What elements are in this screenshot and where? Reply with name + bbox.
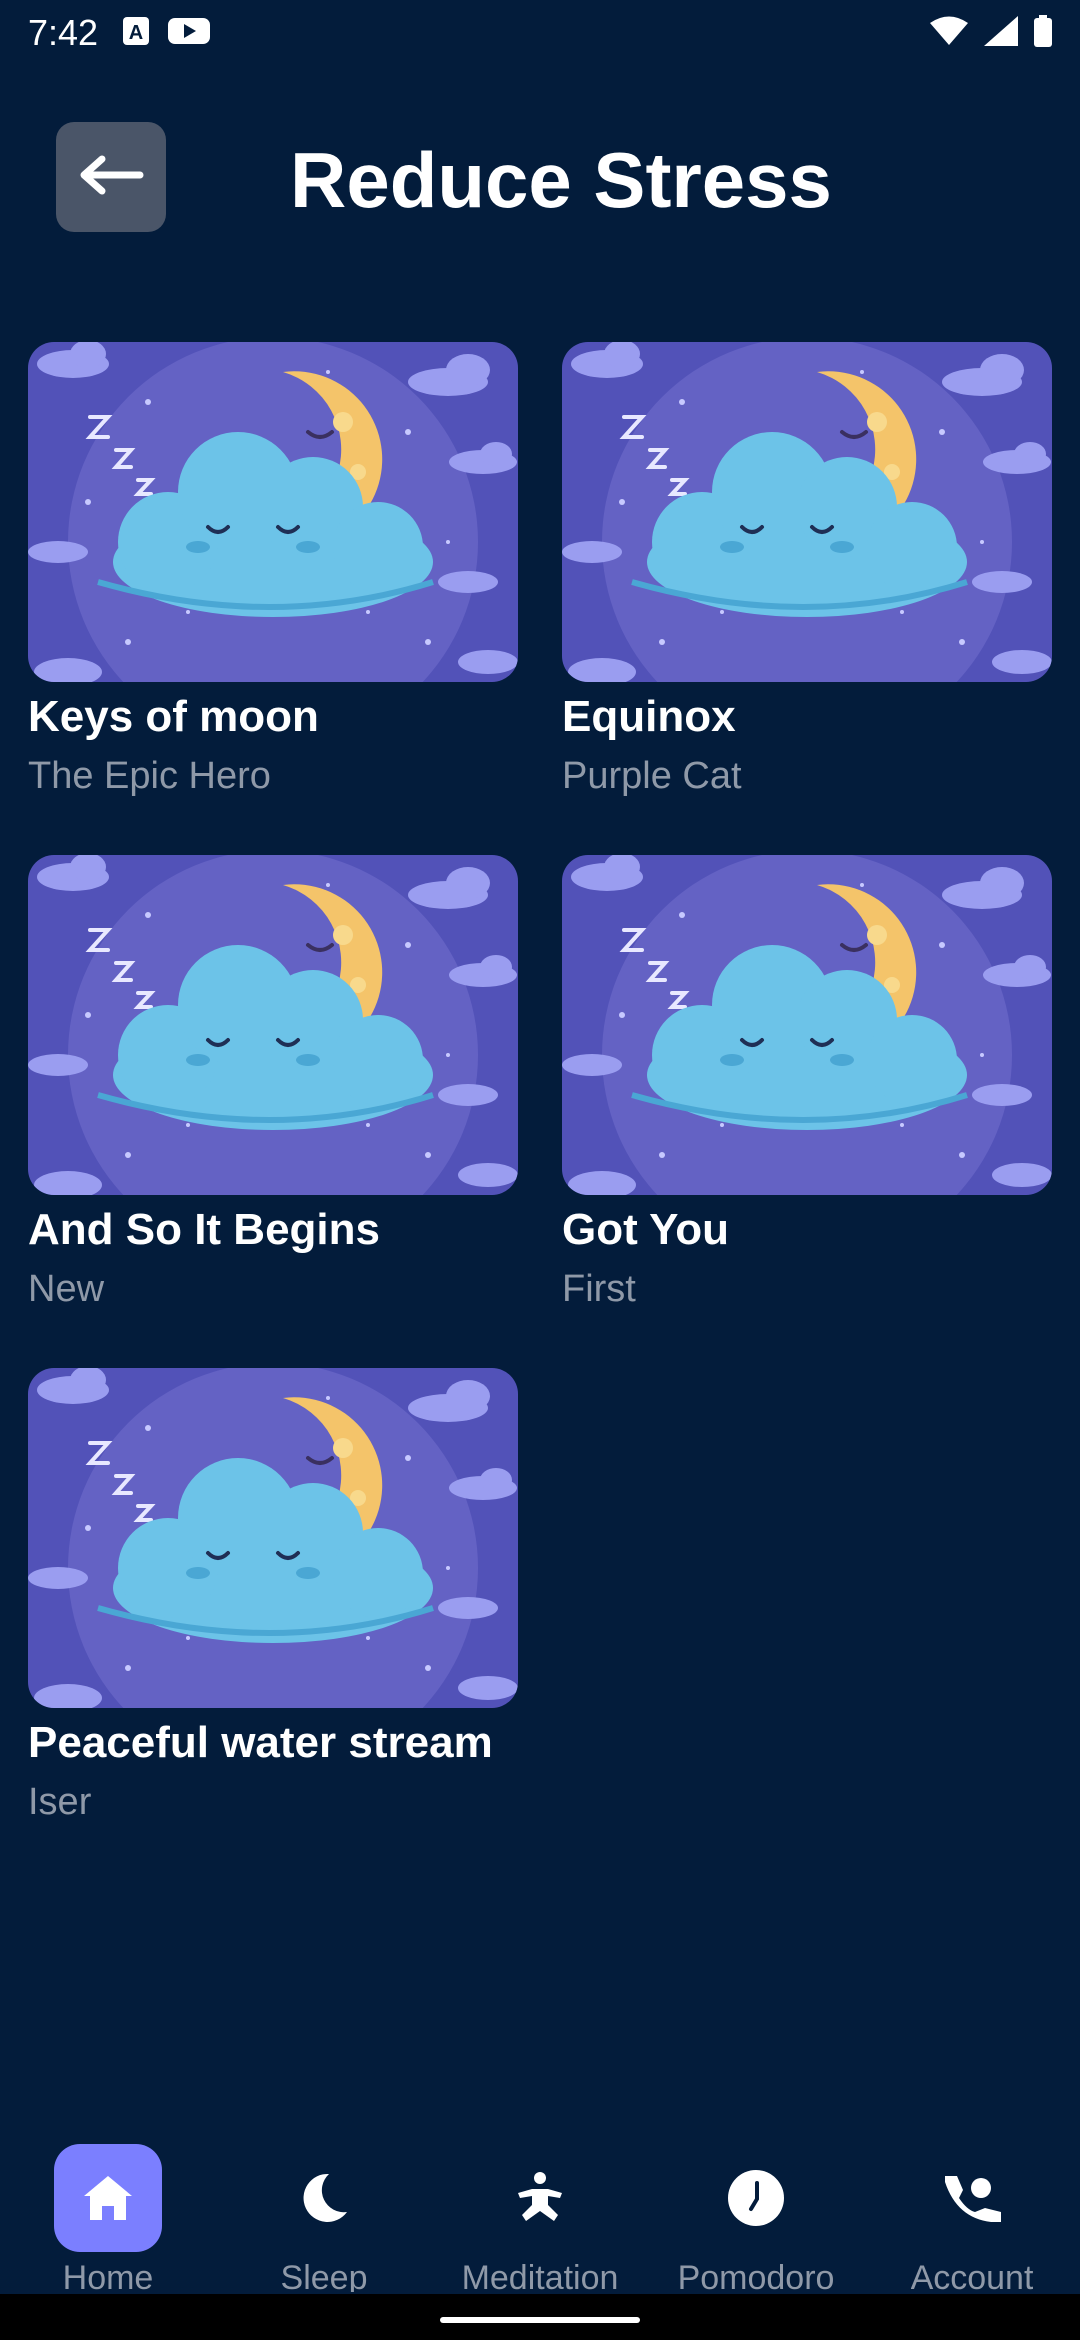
keyboard-a-icon: A xyxy=(122,16,150,51)
track-card[interactable]: Equinox Purple Cat xyxy=(562,342,1052,804)
meditation-icon xyxy=(486,2144,594,2252)
track-artwork xyxy=(562,342,1052,682)
cell-signal-icon xyxy=(984,15,1018,51)
nav-item-pomodoro[interactable]: Pomodoro xyxy=(648,2144,864,2294)
status-bar: 7:42 A xyxy=(0,0,1080,66)
nav-item-account[interactable]: Account xyxy=(864,2144,1080,2294)
track-title: Equinox xyxy=(562,692,736,741)
youtube-icon xyxy=(168,16,211,51)
track-artist: The Epic Hero xyxy=(28,755,271,797)
track-artwork xyxy=(28,342,518,682)
track-artist: Purple Cat xyxy=(562,755,742,797)
nav-label: Pomodoro xyxy=(677,2259,835,2292)
nav-label: Home xyxy=(62,2259,154,2292)
nav-item-sleep[interactable]: Sleep xyxy=(216,2144,432,2294)
track-title: And So It Begins xyxy=(28,1205,380,1254)
arrow-left-icon xyxy=(78,155,144,200)
track-artist: Iser xyxy=(28,1781,92,1823)
back-button[interactable] xyxy=(56,122,166,232)
status-time: 7:42 xyxy=(28,12,99,53)
track-card[interactable]: Keys of moon The Epic Hero xyxy=(28,342,518,804)
bottom-nav: Home Sleep Meditation Pomodoro Account xyxy=(0,2130,1080,2294)
page-title: Reduce Stress xyxy=(290,136,832,224)
nav-item-home[interactable]: Home xyxy=(0,2144,216,2294)
nav-label: Account xyxy=(910,2259,1034,2292)
battery-icon xyxy=(1034,14,1052,52)
track-artwork xyxy=(28,1368,518,1708)
track-card[interactable]: Got You First xyxy=(562,855,1052,1317)
nav-label: Meditation xyxy=(461,2259,619,2292)
clock-icon xyxy=(702,2144,810,2252)
wifi-icon xyxy=(930,16,968,51)
home-icon xyxy=(54,2144,162,2252)
track-artist: First xyxy=(562,1268,636,1310)
nav-item-meditation[interactable]: Meditation xyxy=(432,2144,648,2294)
home-indicator[interactable] xyxy=(440,2317,640,2323)
track-title: Keys of moon xyxy=(28,692,319,741)
track-artwork xyxy=(28,855,518,1195)
track-title: Got You xyxy=(562,1205,730,1254)
moon-icon xyxy=(270,2144,378,2252)
track-title: Peaceful water stream xyxy=(28,1718,493,1767)
nav-label: Sleep xyxy=(280,2259,368,2292)
svg-text:A: A xyxy=(129,22,143,44)
track-card[interactable]: Peaceful water stream Iser xyxy=(28,1368,518,1830)
track-artist: New xyxy=(28,1268,105,1310)
account-icon xyxy=(918,2144,1026,2252)
track-card[interactable]: And So It Begins New xyxy=(28,855,518,1317)
track-artwork xyxy=(562,855,1052,1195)
